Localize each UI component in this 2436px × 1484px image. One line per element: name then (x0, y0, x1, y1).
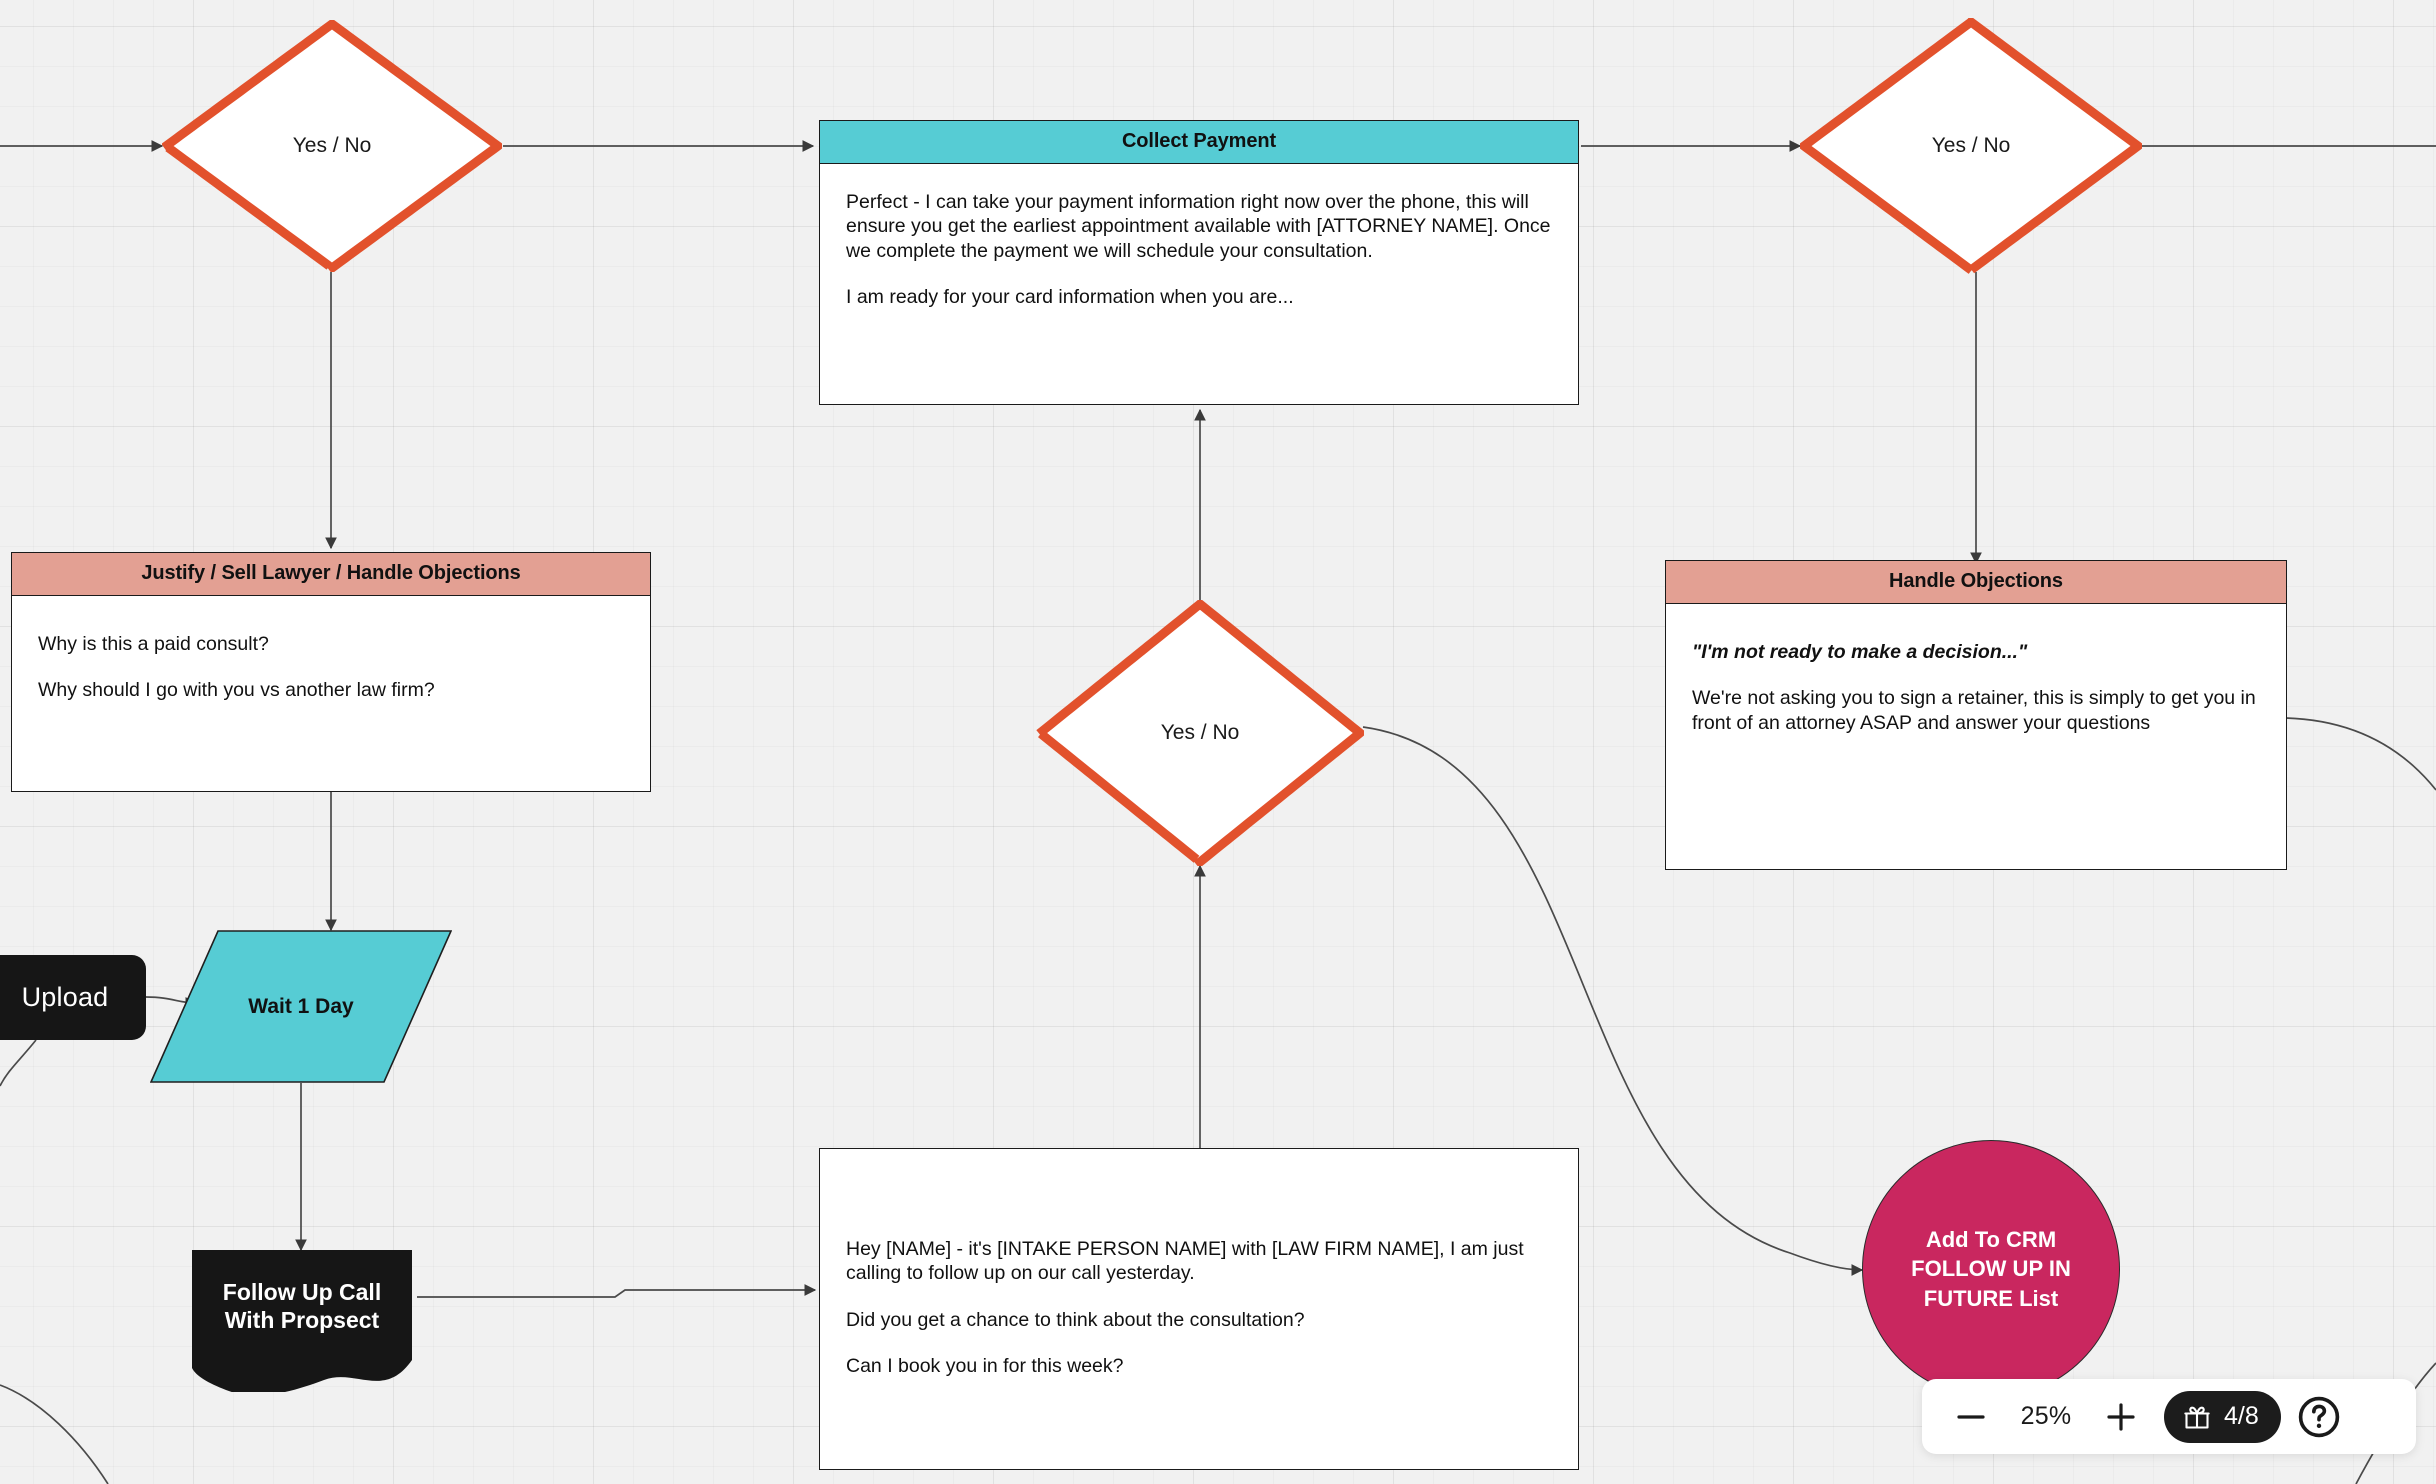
add-to-crm-line3: FUTURE List (1923, 1285, 2059, 1311)
zoom-out-button[interactable] (1940, 1386, 2002, 1448)
follow-up-script-node[interactable]: Hey [NAMe] - it's [INTAKE PERSON NAME] w… (819, 1148, 1579, 1470)
zoom-level-label: 25% (2020, 1402, 2072, 1430)
handle-objections-paragraph-1: We're not asking you to sign a retainer,… (1692, 687, 2256, 734)
collect-payment-node[interactable]: Collect Payment Perfect - I can take you… (819, 120, 1579, 405)
help-circle-icon (2298, 1396, 2339, 1437)
decision-label: Yes / No (292, 134, 372, 158)
collect-payment-body: Perfect - I can take your payment inform… (820, 164, 1578, 404)
add-to-crm-node[interactable]: Add To CRM FOLLOW UP IN FUTURE List (1862, 1140, 2120, 1398)
collect-payment-paragraph-2: I am ready for your card information whe… (846, 286, 1294, 309)
plus-icon (2107, 1402, 2135, 1431)
edge-upload-out-left (0, 1039, 37, 1087)
justify-paragraph-2: Why should I go with you vs another law … (38, 679, 435, 702)
credits-count: 4/8 (2224, 1402, 2259, 1430)
wait-one-day-label: Wait 1 Day (248, 994, 354, 1018)
gift-icon (2184, 1406, 2210, 1429)
handle-objections-body: "I'm not ready to make a decision..." We… (1666, 604, 2286, 869)
script-paragraph-2: Did you get a chance to think about the … (846, 1308, 1305, 1331)
script-paragraph-3: Can I book you in for this week? (846, 1355, 1124, 1378)
decision-node-top-left[interactable]: Yes / No (162, 20, 502, 272)
zoom-toolbar[interactable]: 25% 4/8 (1922, 1379, 2416, 1454)
wait-one-day-node[interactable]: Wait 1 Day (150, 930, 452, 1083)
help-button[interactable] (2295, 1393, 2343, 1441)
follow-up-script-body: Hey [NAMe] - it's [INTAKE PERSON NAME] w… (820, 1149, 1578, 1469)
decision-label: Yes / No (1931, 134, 2011, 158)
edge-out-bottom-left (0, 1384, 109, 1484)
minus-icon (1957, 1414, 1985, 1419)
handle-objections-node[interactable]: Handle Objections "I'm not ready to make… (1665, 560, 2287, 870)
handle-objections-title: Handle Objections (1666, 561, 2286, 604)
upload-node[interactable]: Upload (0, 955, 146, 1040)
follow-up-call-label: Follow Up Call With Propsect (223, 1250, 381, 1334)
follow-up-call-line2: With Propsect (224, 1307, 380, 1334)
follow-up-call-line1: Follow Up Call (222, 1279, 382, 1305)
flowchart-canvas[interactable]: Yes / No Yes / No Yes / No Collect Payme… (0, 0, 2436, 1484)
credits-pill[interactable]: 4/8 (2164, 1390, 2281, 1443)
collect-payment-title: Collect Payment (820, 121, 1578, 164)
edge-handle-out-right (2285, 717, 2436, 791)
upload-label: Upload (21, 982, 109, 1012)
add-to-crm-line1: Add To CRM (1925, 1227, 2057, 1253)
add-to-crm-label: Add To CRM FOLLOW UP IN FUTURE List (1911, 1225, 2071, 1312)
edge-followup-to-script (417, 1284, 817, 1298)
justify-sell-lawyer-body: Why is this a paid consult? Why should I… (12, 596, 650, 791)
add-to-crm-line2: FOLLOW UP IN (1911, 1256, 2071, 1282)
decision-label: Yes / No (1160, 721, 1240, 745)
follow-up-call-node[interactable]: Follow Up Call With Propsect (186, 1250, 418, 1392)
collect-payment-paragraph-1: Perfect - I can take your payment inform… (846, 191, 1551, 262)
script-paragraph-1: Hey [NAMe] - it's [INTAKE PERSON NAME] w… (846, 1238, 1524, 1285)
handle-objections-quote: "I'm not ready to make a decision..." (1692, 641, 2028, 663)
zoom-in-button[interactable] (2090, 1386, 2152, 1448)
justify-paragraph-1: Why is this a paid consult? (38, 633, 269, 655)
justify-sell-lawyer-node[interactable]: Justify / Sell Lawyer / Handle Objection… (11, 552, 651, 792)
decision-node-top-right[interactable]: Yes / No (1800, 18, 2142, 274)
decision-node-middle[interactable]: Yes / No (1036, 600, 1364, 866)
justify-sell-lawyer-title: Justify / Sell Lawyer / Handle Objection… (12, 553, 650, 596)
